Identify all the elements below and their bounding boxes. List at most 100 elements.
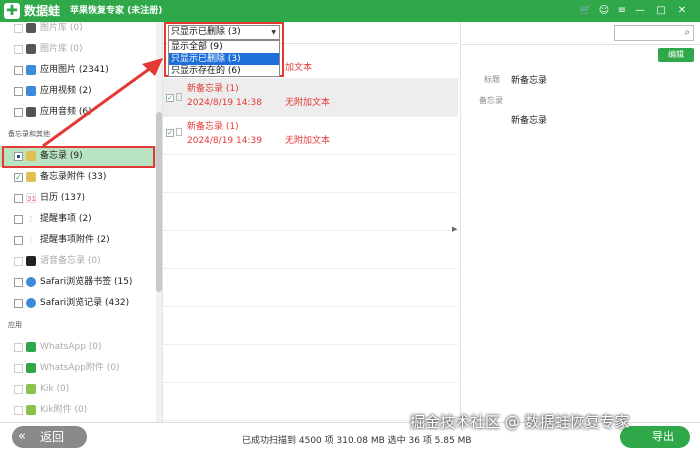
- note-file-icon: [176, 128, 182, 136]
- whatsapp-icon: [26, 363, 36, 373]
- image-icon: [26, 65, 36, 75]
- kik-icon: [26, 405, 36, 415]
- sidebar-item-label: 提醒事项附件 (2): [40, 235, 110, 245]
- logo-icon: ✚: [4, 3, 20, 19]
- photo-icon: [26, 44, 36, 54]
- back-button[interactable]: « 返回: [12, 426, 87, 448]
- checkbox[interactable]: [14, 236, 23, 245]
- calendar-icon: 31: [26, 193, 36, 203]
- close-icon[interactable]: ✕: [675, 3, 689, 19]
- maximize-icon[interactable]: □: [654, 3, 668, 19]
- sidebar-item-label: 图片库 (0): [40, 23, 83, 33]
- note-status: 无附加文本: [285, 136, 331, 146]
- watermark: 掘金技术社区 @ 数据蛙恢复专家: [410, 413, 630, 431]
- sidebar-item-kik[interactable]: Kik (0): [0, 379, 156, 400]
- photo-icon: [26, 23, 36, 33]
- note-status: 加文本: [285, 63, 313, 73]
- edit-button[interactable]: 编辑: [658, 48, 694, 62]
- filter-option-existing[interactable]: 只显示存在的 (6): [169, 65, 279, 77]
- sidebar-item-label: Kik附件 (0): [40, 405, 88, 415]
- checkbox[interactable]: [14, 343, 23, 352]
- checkbox[interactable]: ✓: [166, 129, 174, 137]
- checkbox[interactable]: [14, 364, 23, 373]
- support-icon[interactable]: ☺: [597, 3, 611, 19]
- checkbox[interactable]: [14, 406, 23, 415]
- sidebar-item-notes[interactable]: 备忘录 (9): [0, 146, 156, 167]
- sidebar-item-reminder-attachments[interactable]: ⋮ 提醒事项附件 (2): [0, 230, 156, 251]
- checkbox[interactable]: [14, 194, 23, 203]
- sidebar-item-reminders[interactable]: ⋮ 提醒事项 (2): [0, 209, 156, 230]
- section-header-apps: 应用: [8, 321, 22, 329]
- table-row: [163, 269, 458, 307]
- sidebar-item-calendar[interactable]: 31 日历 (137): [0, 188, 156, 209]
- sidebar-item-label: 日历 (137): [40, 193, 86, 203]
- sidebar-item-label: WhatsApp (0): [40, 342, 102, 352]
- back-button-label: 返回: [40, 430, 65, 444]
- cart-icon[interactable]: 🛒: [579, 3, 593, 19]
- title-label: 标题: [484, 75, 500, 84]
- checkbox[interactable]: [14, 66, 23, 75]
- checkbox[interactable]: [14, 278, 23, 287]
- search-input[interactable]: ⌕: [614, 25, 694, 41]
- sidebar-item-app-audio[interactable]: 应用音频 (6): [0, 102, 156, 123]
- note-status: 无附加文本: [285, 98, 331, 108]
- brand-name: 数据蛙: [24, 4, 61, 18]
- checkbox[interactable]: [14, 385, 23, 394]
- checkbox[interactable]: [14, 299, 23, 308]
- sidebar-item-safari-history[interactable]: Safari浏览记录 (432): [0, 293, 156, 314]
- notes-icon: [26, 172, 36, 182]
- memo-value: 新备忘录: [511, 116, 548, 126]
- sidebar-item-safari-bookmarks[interactable]: Safari浏览器书签 (15): [0, 272, 156, 293]
- checkbox[interactable]: ✓: [166, 94, 174, 102]
- section-header-notes-other: 备忘录和其他: [8, 130, 50, 138]
- sidebar-item-app-videos[interactable]: 应用视频 (2): [0, 81, 156, 102]
- sidebar-item-notes-attachments[interactable]: ✓ 备忘录附件 (33): [0, 167, 156, 188]
- table-row[interactable]: ✓ 新备忘录 (1) 2024/8/19 14:39 无附加文本: [163, 117, 458, 155]
- back-arrow-icon: «: [18, 429, 26, 444]
- checkbox[interactable]: [14, 87, 23, 96]
- menu-icon[interactable]: ≡: [615, 3, 629, 19]
- sidebar-item-voice-memos[interactable]: 语音备忘录 (0): [0, 251, 156, 272]
- table-row: [163, 307, 458, 345]
- checkbox[interactable]: [14, 215, 23, 224]
- sidebar-item-label: Safari浏览记录 (432): [40, 298, 130, 308]
- title-bar: ✚ 数据蛙 苹果恢复专家 (未注册) 🛒 ☺ ≡ — □ ✕: [0, 0, 700, 22]
- checkbox[interactable]: [14, 257, 23, 266]
- table-row[interactable]: ✓ 新备忘录 (1) 2024/8/19 14:38 无附加文本: [163, 79, 458, 117]
- sidebar-item-label: 备忘录附件 (33): [40, 172, 107, 182]
- checkbox[interactable]: [14, 24, 23, 33]
- audio-icon: [26, 107, 36, 117]
- sidebar-item-whatsapp-attachments[interactable]: WhatsApp附件 (0): [0, 358, 156, 379]
- filter-option-all[interactable]: 显示全部 (9): [169, 41, 279, 53]
- minimize-icon[interactable]: —: [633, 3, 647, 19]
- detail-panel: ⌕ 编辑 标题 新备忘录 备忘录 新备忘录: [460, 22, 700, 422]
- search-icon: ⌕: [684, 27, 690, 38]
- sidebar-item-label: Safari浏览器书签 (15): [40, 277, 133, 287]
- note-title: 新备忘录 (1): [187, 122, 239, 132]
- sidebar-item-whatsapp[interactable]: WhatsApp (0): [0, 337, 156, 358]
- sidebar-item-label: 应用视频 (2): [40, 86, 92, 96]
- collapse-arrow-icon[interactable]: ▶: [452, 225, 457, 233]
- checkbox[interactable]: [14, 108, 23, 117]
- sidebar-item-photo-library[interactable]: 图片库 (0): [0, 39, 156, 60]
- checkbox[interactable]: [14, 152, 23, 161]
- divider: [461, 44, 700, 45]
- checkbox[interactable]: [14, 45, 23, 54]
- app-title: 苹果恢复专家 (未注册): [70, 6, 163, 16]
- sidebar-item-label: 图片库 (0): [40, 44, 83, 54]
- export-button[interactable]: 导出: [620, 426, 690, 448]
- scan-status: 已成功扫描到 4500 项 310.08 MB 选中 36 项 5.85 MB: [242, 436, 472, 446]
- safari-icon: [26, 298, 36, 308]
- title-value: 新备忘录: [511, 76, 548, 86]
- filter-select[interactable]: 只显示已删除 (3) ▼: [168, 25, 280, 40]
- sidebar-item-label: 应用音频 (6): [40, 107, 92, 117]
- note-date: 2024/8/19 14:39: [187, 136, 262, 146]
- sidebar-item-app-photos[interactable]: 应用图片 (2341): [0, 60, 156, 81]
- checkbox[interactable]: ✓: [14, 173, 23, 182]
- table-row: [163, 155, 458, 193]
- sidebar-item-photo-library[interactable]: 图片库 (0): [0, 22, 156, 39]
- sidebar-item-kik-attachments[interactable]: Kik附件 (0): [0, 400, 156, 421]
- filter-option-deleted[interactable]: 只显示已删除 (3): [169, 53, 279, 65]
- kik-icon: [26, 384, 36, 394]
- filter-select-value: 只显示已删除 (3): [171, 27, 241, 37]
